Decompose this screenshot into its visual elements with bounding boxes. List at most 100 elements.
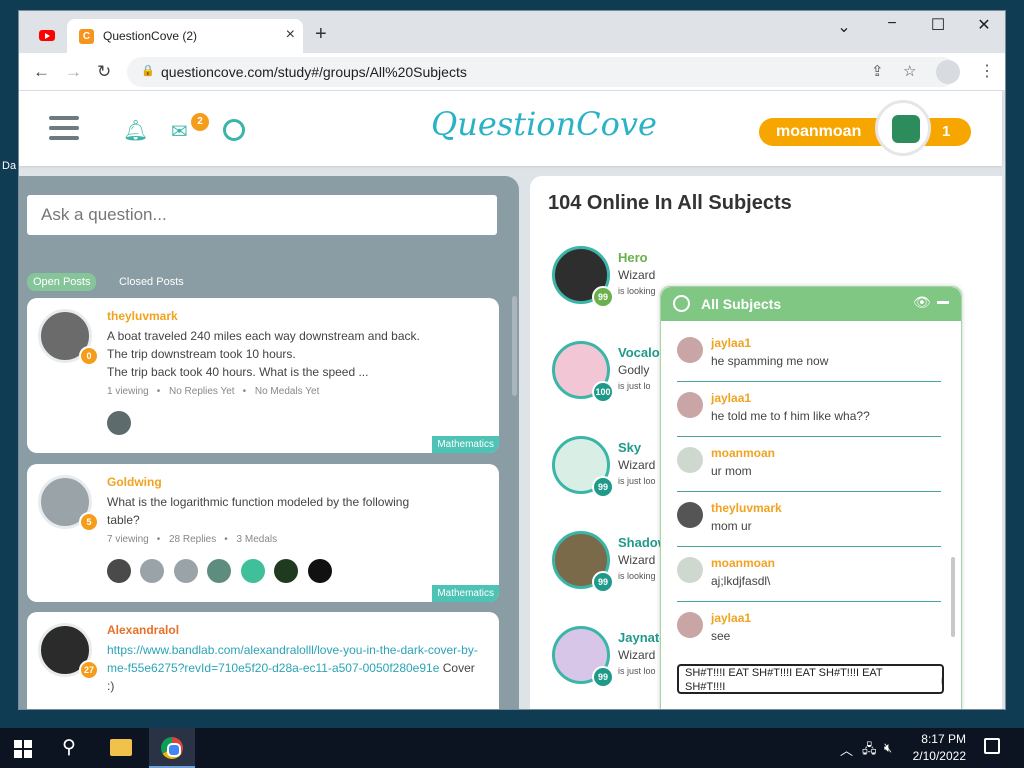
message-user[interactable]: jaylaa1: [711, 391, 751, 405]
post-username[interactable]: Goldwing: [107, 475, 162, 489]
lock-icon[interactable]: 🔒: [141, 64, 155, 77]
emoji-icon[interactable]: ☺: [941, 672, 942, 690]
viewer-avatar[interactable]: [107, 559, 131, 583]
subject-tag[interactable]: Mathematics: [432, 585, 499, 602]
url-text[interactable]: questioncove.com/study#/groups/All%20Sub…: [161, 64, 467, 80]
subject-tag[interactable]: Mathematics: [432, 436, 499, 453]
online-user[interactable]: 100 Vocaloid Godly is just lo: [552, 341, 672, 411]
system-clock[interactable]: 8:17 PM 2/10/2022: [900, 731, 966, 765]
online-user-name[interactable]: Sky: [618, 440, 641, 455]
message-user[interactable]: moanmoan: [711, 556, 775, 570]
hamburger-menu-icon[interactable]: [49, 116, 79, 140]
viewer-avatar[interactable]: [107, 411, 131, 435]
chat-title[interactable]: All Subjects: [701, 296, 781, 312]
reload-icon[interactable]: ↻: [97, 62, 111, 82]
chat-message: moanmoan aj;lkdjfasdl\: [677, 547, 941, 602]
online-user[interactable]: 99 Jaynator Wizard is just loo: [552, 626, 672, 696]
online-user-score: 100: [592, 381, 614, 403]
message-text: he told me to f him like wha??: [711, 409, 870, 423]
post-link[interactable]: https://www.bandlab.com/alexandralolll/l…: [107, 643, 478, 675]
network-icon[interactable]: 🖧︎: [862, 740, 877, 762]
browser-menu-icon[interactable]: ⋮: [979, 61, 995, 81]
hide-eye-icon[interactable]: 👁︎: [913, 294, 931, 311]
viewer-avatar[interactable]: [240, 559, 265, 583]
message-user[interactable]: theyluvmark: [711, 501, 782, 515]
site-header: 🔔︎ ✉ 2 QuestionCove moanmoan 1: [19, 91, 1002, 166]
omnibox[interactable]: 🔒 questioncove.com/study#/groups/All%20S…: [127, 57, 957, 87]
message-avatar[interactable]: [677, 502, 703, 528]
post-score-badge: 0: [79, 346, 99, 366]
message-user[interactable]: moanmoan: [711, 446, 775, 460]
file-explorer-icon[interactable]: [110, 739, 132, 756]
chat-group-icon: [673, 295, 690, 312]
chat-message: jaylaa1 he spamming me now: [677, 327, 941, 382]
post-card[interactable]: 0 theyluvmark A boat traveled 240 miles …: [27, 298, 499, 453]
post-text[interactable]: What is the logarithmic function modeled…: [107, 493, 483, 529]
start-windows-icon[interactable]: [14, 740, 32, 758]
viewer-avatar[interactable]: [140, 559, 165, 583]
posts-scrollbar[interactable]: [512, 296, 517, 396]
message-avatar[interactable]: [677, 612, 703, 638]
message-avatar[interactable]: [677, 447, 703, 473]
post-text[interactable]: A boat traveled 240 miles each way downs…: [107, 327, 483, 381]
online-user[interactable]: 99 Shadow Wizard is looking: [552, 531, 672, 601]
message-avatar[interactable]: [677, 337, 703, 363]
online-user[interactable]: 99 Hero Wizard is looking: [552, 246, 672, 316]
close-window-button[interactable]: ✕: [961, 15, 1005, 35]
chat-header[interactable]: All Subjects 👁︎: [661, 287, 961, 321]
mail-icon[interactable]: ✉: [171, 119, 188, 144]
post-username[interactable]: theyluvmark: [107, 309, 178, 323]
tab-close-icon[interactable]: ×: [286, 26, 295, 44]
viewer-avatar[interactable]: [274, 559, 299, 583]
chrome-taskbar-button[interactable]: [149, 728, 195, 768]
bell-icon[interactable]: 🔔︎: [123, 118, 148, 143]
desktop-icon-label[interactable]: Da: [2, 160, 16, 172]
tray-chevron-icon[interactable]: ︿: [840, 740, 853, 759]
user-pill[interactable]: moanmoan 1: [759, 100, 971, 156]
tab-open-posts[interactable]: Open Posts: [27, 273, 97, 291]
notifications-icon[interactable]: [984, 738, 1000, 754]
username[interactable]: moanmoan: [776, 123, 861, 141]
online-user[interactable]: 99 Sky Wizard is just loo: [552, 436, 672, 506]
message-text: he spamming me now: [711, 354, 829, 368]
message-avatar[interactable]: [677, 392, 703, 418]
ask-question-input[interactable]: Ask a question...: [27, 195, 497, 235]
user-avatar[interactable]: [875, 100, 931, 156]
share-icon[interactable]: ⇪: [871, 62, 884, 80]
tab-closed-posts[interactable]: Closed Posts: [113, 273, 190, 291]
chat-message-input[interactable]: SH#T!!!I EAT SH#T!!!I EAT SH#T!!!I EAT S…: [677, 664, 944, 694]
online-user-status: is just lo: [618, 381, 651, 391]
forward-icon[interactable]: →: [65, 62, 82, 82]
message-user[interactable]: jaylaa1: [711, 336, 751, 350]
profile-user-icon[interactable]: [223, 119, 245, 141]
volume-muted-icon[interactable]: 🔇︎: [884, 740, 892, 756]
minimize-button[interactable]: −: [869, 15, 915, 33]
bookmark-star-icon[interactable]: ☆: [903, 62, 916, 80]
post-username[interactable]: Alexandralol: [107, 623, 179, 637]
new-tab-button[interactable]: +: [315, 23, 327, 46]
post-card[interactable]: 5 Goldwing What is the logarithmic funct…: [27, 464, 499, 602]
chat-messages: jaylaa1 he spamming me now jaylaa1 he to…: [677, 327, 941, 657]
chat-scrollbar[interactable]: [951, 557, 955, 637]
online-user-name[interactable]: Hero: [618, 250, 648, 265]
post-text[interactable]: https://www.bandlab.com/alexandralolll/l…: [107, 641, 483, 695]
post-card[interactable]: 27 Alexandralol https://www.bandlab.com/…: [27, 612, 499, 709]
message-avatar[interactable]: [677, 557, 703, 583]
mail-count-badge[interactable]: 2: [191, 113, 209, 131]
profile-icon[interactable]: [936, 60, 960, 84]
online-user-score: 99: [592, 666, 614, 688]
viewer-avatars: [107, 411, 136, 435]
tab-youtube[interactable]: [29, 25, 61, 47]
message-text: mom ur: [711, 519, 752, 533]
message-user[interactable]: jaylaa1: [711, 611, 751, 625]
viewer-avatar[interactable]: [173, 559, 198, 583]
viewer-avatar[interactable]: [307, 559, 332, 583]
search-icon[interactable]: ⚲: [62, 736, 76, 759]
site-logo[interactable]: QuestionCove: [431, 105, 657, 143]
viewer-avatar[interactable]: [207, 559, 232, 583]
tab-questioncove[interactable]: C QuestionCove (2) ×: [67, 19, 303, 53]
back-icon[interactable]: ←: [33, 62, 50, 82]
maximize-button[interactable]: ☐: [915, 15, 961, 35]
minimize-chat-icon[interactable]: [937, 301, 949, 304]
tab-search-dropdown-icon[interactable]: ⌄: [821, 17, 867, 37]
